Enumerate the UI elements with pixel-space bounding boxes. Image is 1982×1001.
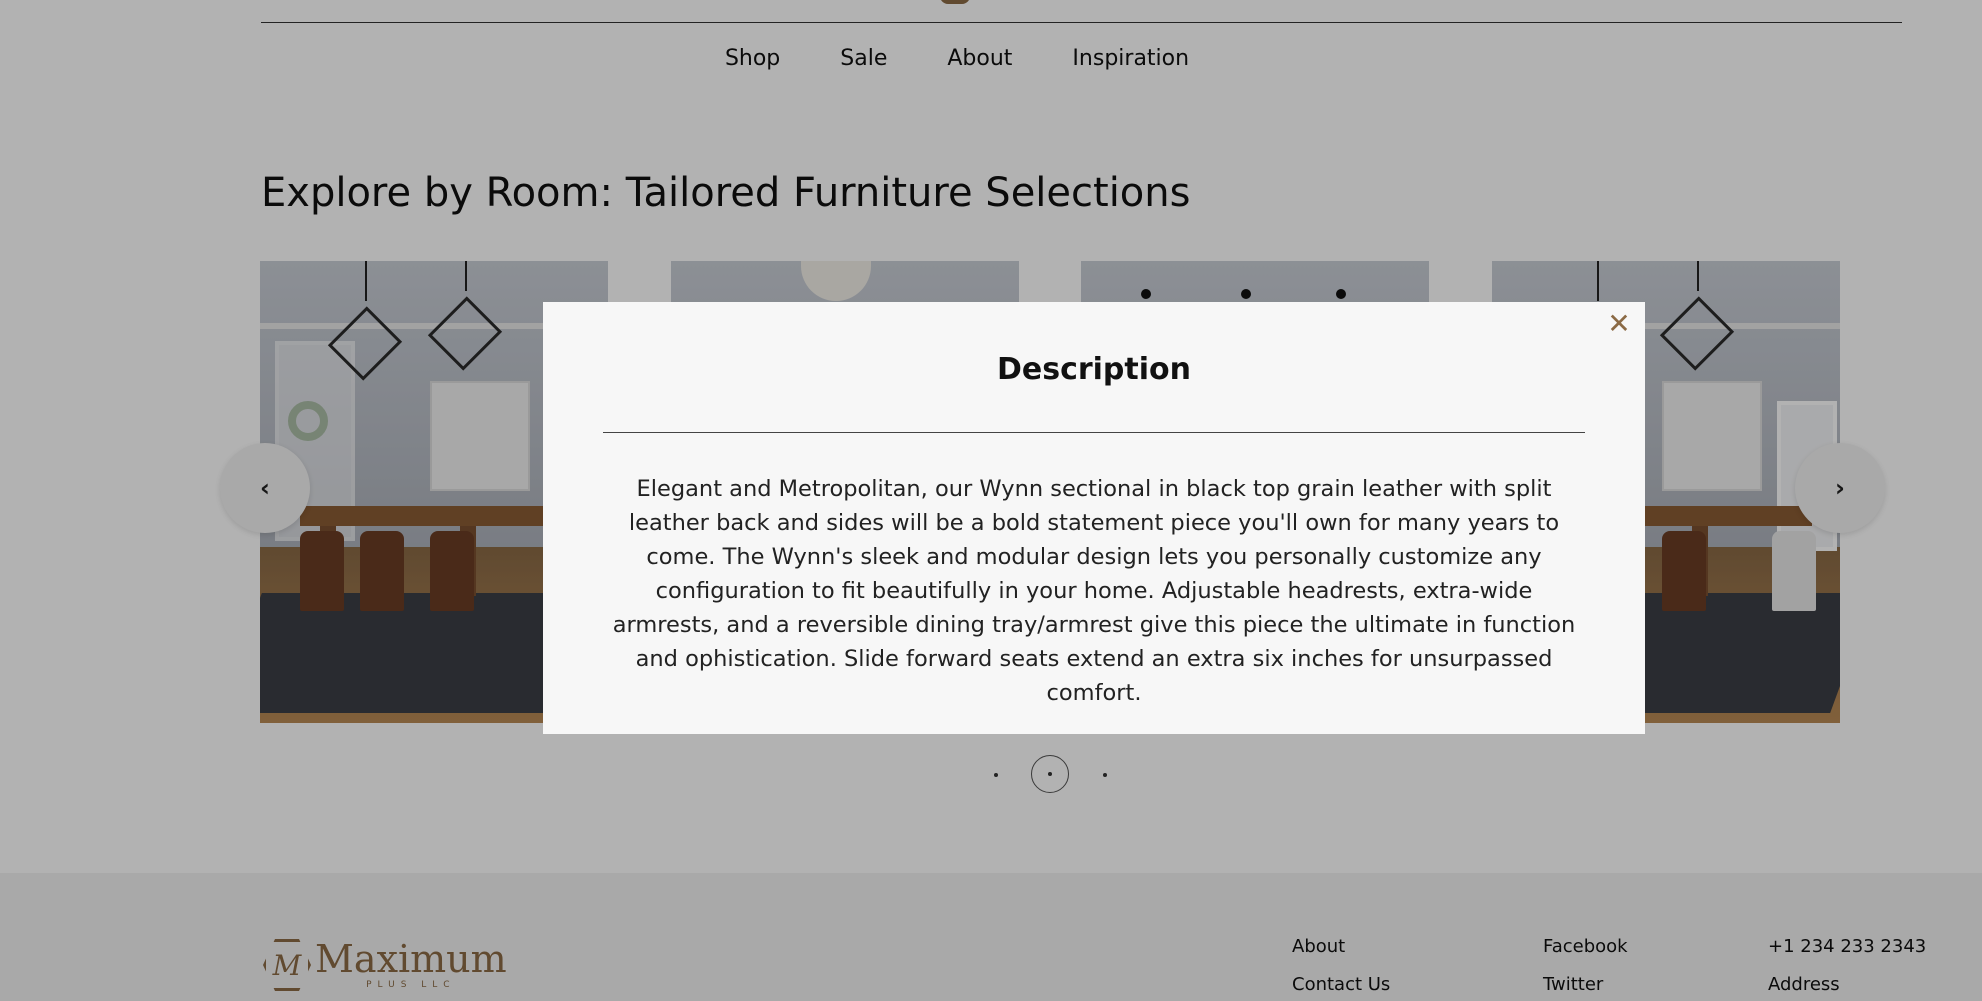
close-icon[interactable]: ✕ [1605, 310, 1633, 338]
description-modal: ✕ Description Elegant and Metropolitan, … [543, 302, 1645, 734]
page: PLUS LLC Shop Sale About Inspiration Exp… [0, 0, 1982, 1001]
modal-title: Description [996, 352, 1192, 387]
modal-divider [603, 432, 1585, 433]
modal-description: Elegant and Metropolitan, our Wynn secti… [612, 476, 1576, 706]
